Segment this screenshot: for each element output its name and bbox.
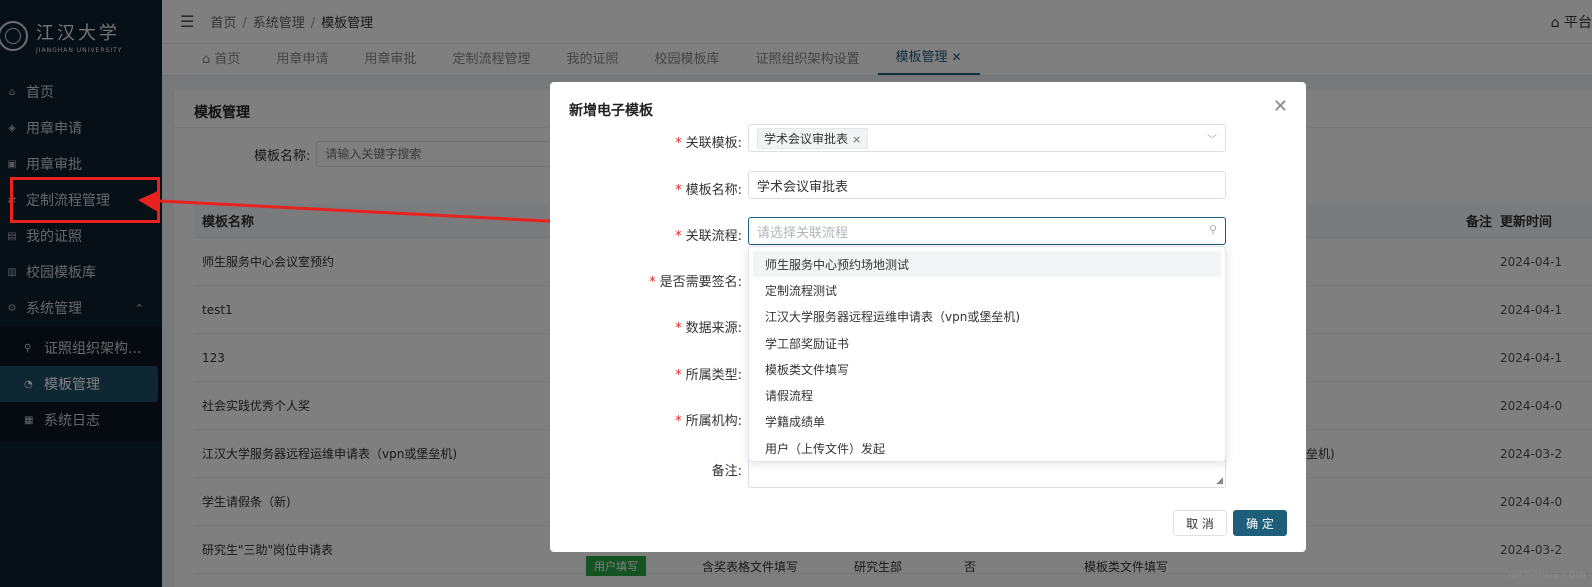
- dropdown-option[interactable]: 学工部奖励证书: [753, 330, 1221, 356]
- dropdown-option[interactable]: 请假流程: [753, 382, 1221, 408]
- field-template-name: * 模板名称: 学术会议审批表: [550, 171, 1306, 203]
- annotation-highlight-box: [10, 177, 160, 223]
- resize-handle-icon[interactable]: ◢: [1216, 476, 1223, 486]
- dropdown-option[interactable]: 学籍成绩单: [753, 409, 1221, 435]
- linked-flow-select[interactable]: 请选择关联流程 ⚲: [748, 217, 1226, 245]
- field-label: 关联模板:: [685, 136, 742, 151]
- chevron-down-icon: ﹀: [1207, 135, 1217, 146]
- field-label: 数据来源:: [685, 321, 742, 336]
- required-mark: *: [675, 229, 682, 244]
- dropdown-option[interactable]: 用户（上传文件）发起: [753, 435, 1221, 461]
- field-label: 所属机构:: [685, 414, 742, 429]
- field-label: 关联流程:: [685, 229, 742, 244]
- dialog-title: 新增电子模板: [569, 103, 653, 119]
- search-icon: ⚲: [1208, 223, 1217, 236]
- cancel-button[interactable]: 取 消: [1173, 510, 1227, 536]
- required-mark: *: [675, 321, 682, 336]
- field-linked-flow: * 关联流程: 请选择关联流程 ⚲: [550, 217, 1306, 249]
- required-mark: *: [675, 414, 682, 429]
- dropdown-option[interactable]: 师生服务中心预约场地测试: [753, 251, 1221, 278]
- dropdown-option[interactable]: 定制流程测试: [753, 277, 1221, 303]
- required-mark: *: [675, 368, 682, 383]
- flow-dropdown: 师生服务中心预约场地测试 定制流程测试 江汉大学服务器远程运维申请表（vpn或堡…: [748, 246, 1226, 462]
- tag-close-icon[interactable]: ×: [852, 133, 861, 146]
- field-linked-template: * 关联模板: 学术会议审批表 × ﹀: [550, 124, 1306, 156]
- linked-template-select[interactable]: 学术会议审批表 × ﹀: [748, 124, 1226, 152]
- required-mark: *: [649, 275, 656, 290]
- placeholder-text: 请选择关联流程: [757, 225, 849, 241]
- watermark: qichehua.com: [1508, 568, 1587, 581]
- required-mark: *: [675, 183, 682, 198]
- field-label: 模板名称:: [685, 183, 742, 198]
- field-label: 是否需要签名:: [659, 275, 742, 290]
- field-label: 所属类型:: [685, 368, 742, 383]
- field-label: 备注:: [711, 464, 742, 479]
- dropdown-option[interactable]: 模板类文件填写: [753, 356, 1221, 382]
- required-mark: *: [675, 136, 682, 151]
- close-icon[interactable]: ✕: [1273, 96, 1288, 117]
- dropdown-option[interactable]: 江汉大学服务器远程运维申请表（vpn或堡垒机): [753, 304, 1221, 330]
- confirm-button[interactable]: 确 定: [1233, 510, 1287, 536]
- template-name-input[interactable]: 学术会议审批表: [748, 171, 1226, 199]
- selected-tag: 学术会议审批表 ×: [757, 127, 869, 149]
